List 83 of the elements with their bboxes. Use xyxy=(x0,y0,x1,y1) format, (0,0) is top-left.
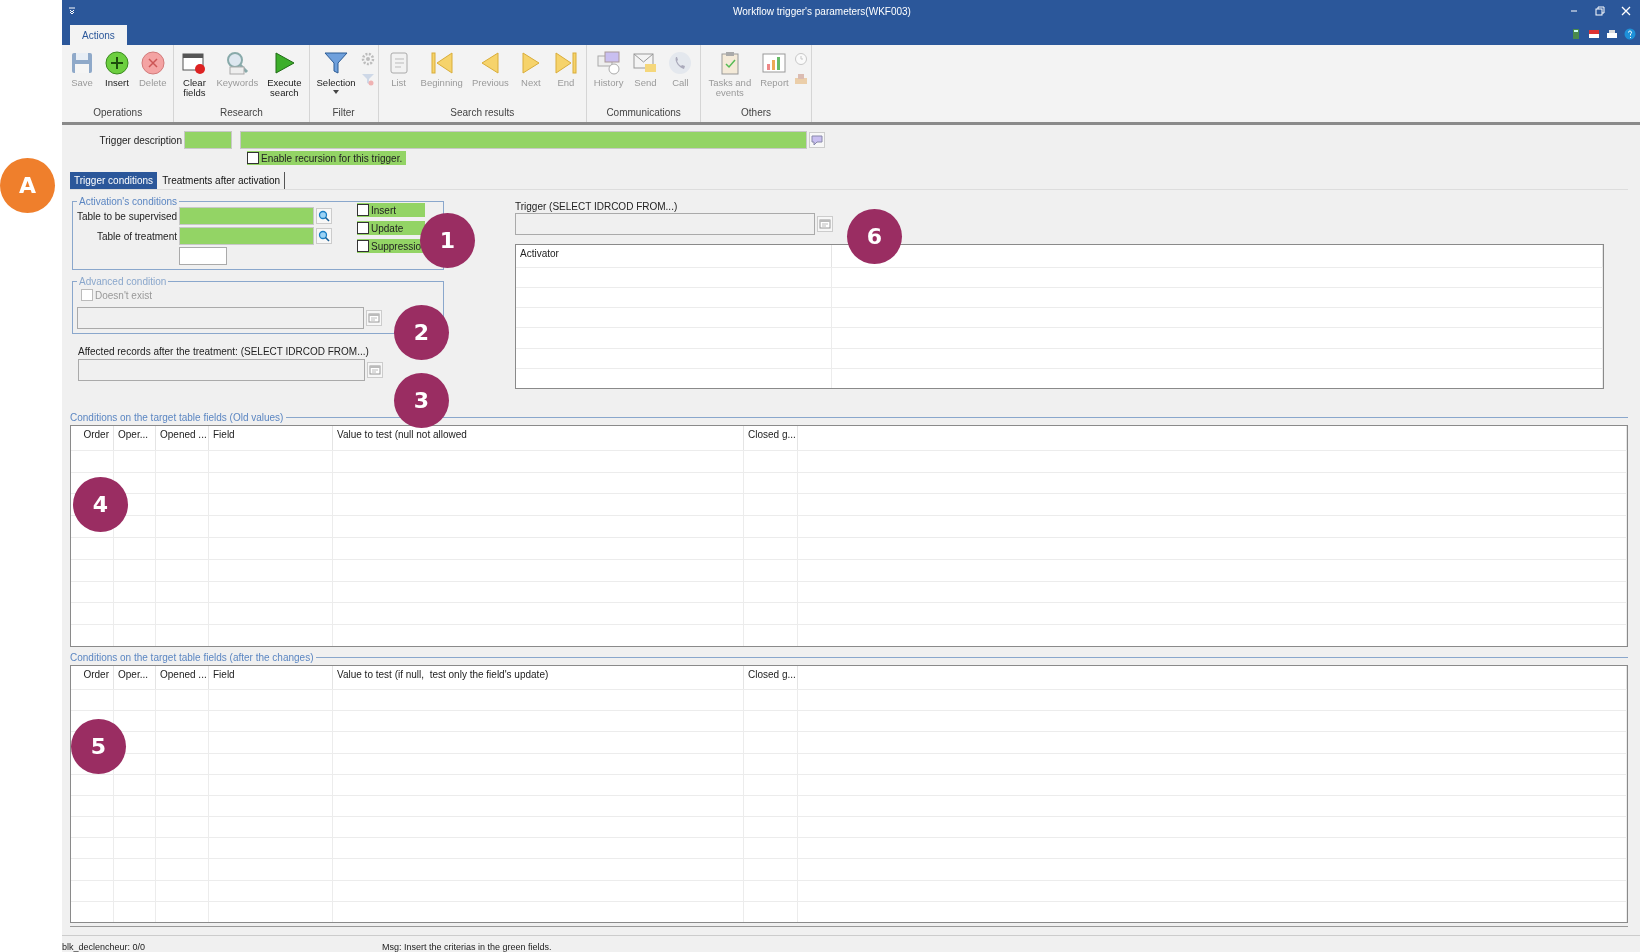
comment-button[interactable] xyxy=(809,132,825,148)
checkbox-label: Doesn't exist xyxy=(95,289,152,301)
group-title: Advanced condition xyxy=(78,276,168,287)
window-icon xyxy=(369,364,381,376)
field-label: Table to be supervised xyxy=(77,210,179,222)
column-header[interactable]: Oper... xyxy=(114,666,156,690)
phone-icon xyxy=(667,50,694,76)
column-header[interactable]: Activator xyxy=(516,245,832,267)
help-icon[interactable] xyxy=(1624,27,1636,40)
input-field[interactable] xyxy=(179,227,314,245)
input-field[interactable] xyxy=(179,247,227,265)
column-header[interactable]: Closed g... xyxy=(744,426,798,450)
callout-badge: A xyxy=(0,158,55,213)
checkbox-label: Update xyxy=(371,222,404,234)
field-label: Table of treatment xyxy=(95,230,178,242)
search-icon xyxy=(318,210,330,222)
field-label: Trigger description xyxy=(98,134,183,146)
window-icon xyxy=(819,218,831,230)
column-header[interactable]: Value to test (if null, test only the field's update) xyxy=(333,666,744,690)
column-header[interactable]: Opened ... xyxy=(156,426,209,450)
speech-bubbles-icon xyxy=(595,50,622,76)
input-field[interactable] xyxy=(77,307,364,329)
tab[interactable]: Trigger conditions xyxy=(70,172,159,189)
field-label: Affected records after the treatment: (SELECT IDRCOD FROM...) xyxy=(77,346,370,357)
checkbox[interactable] xyxy=(357,240,369,252)
checkbox-label: Enable recursion for this trigger. xyxy=(261,152,403,164)
column-header[interactable]: Oper... xyxy=(114,426,156,450)
ribbon-tab[interactable]: Actions xyxy=(70,25,127,45)
plus-circle-icon xyxy=(104,50,130,76)
quick-access-icon[interactable] xyxy=(68,7,76,15)
checkbox-label: Insert xyxy=(371,204,396,216)
skip-back-icon xyxy=(428,50,455,76)
group-label: Operations xyxy=(92,106,144,120)
section-title: Conditions on the target table fields (Old values) xyxy=(70,411,284,423)
input-field[interactable] xyxy=(184,131,232,149)
window-icon xyxy=(181,50,208,76)
search-icon xyxy=(318,230,330,242)
restore-icon[interactable] xyxy=(1594,5,1606,17)
group-label: Filter xyxy=(331,106,356,120)
input-field[interactable] xyxy=(515,213,815,235)
flag-icon[interactable] xyxy=(1588,27,1600,40)
query-button[interactable] xyxy=(366,310,382,326)
x-circle-icon xyxy=(139,50,166,76)
bar-chart-icon xyxy=(761,50,788,76)
toolbar-button[interactable]: Clear fields xyxy=(177,48,212,100)
search-button[interactable] xyxy=(316,228,332,244)
column-header[interactable]: Closed g... xyxy=(744,666,798,690)
checkbox-label: Suppressio xyxy=(371,240,422,252)
query-button[interactable] xyxy=(817,216,833,232)
window-icon xyxy=(368,312,380,324)
section-title: Conditions on the target table fields (after the changes) xyxy=(70,651,314,663)
input-field[interactable] xyxy=(179,207,314,225)
column-header[interactable]: Order xyxy=(71,666,114,690)
search-button[interactable] xyxy=(316,208,332,224)
checkbox[interactable] xyxy=(357,222,369,234)
column-header[interactable]: Opened ... xyxy=(156,666,209,690)
status-text: Msg: Insert the criterias in the green fields. xyxy=(382,942,552,952)
group-label: Search results xyxy=(449,106,516,120)
toolbar-button[interactable]: Execute search xyxy=(263,48,306,100)
calculator-icon[interactable] xyxy=(1570,27,1582,40)
group-label: Others xyxy=(740,106,773,120)
group-title: Activation's conditions xyxy=(78,196,179,207)
printer-icon[interactable] xyxy=(1606,27,1618,40)
status-text: blk_declencheur: 0/0 xyxy=(62,942,147,952)
search-icon xyxy=(224,50,251,76)
column-header[interactable]: Field xyxy=(209,426,333,450)
input-field[interactable] xyxy=(78,359,365,381)
input-field[interactable] xyxy=(240,131,807,149)
column-header[interactable]: Field xyxy=(209,666,333,690)
toolbar-button[interactable]: Selection xyxy=(312,48,360,96)
skip-forward-icon xyxy=(552,50,579,76)
checkbox[interactable] xyxy=(247,152,259,164)
toolbar-button[interactable]: Insert xyxy=(100,48,134,90)
column-header[interactable]: Order xyxy=(71,426,114,450)
window-title: Workflow trigger's parameters(WKF003) xyxy=(732,5,912,17)
query-button[interactable] xyxy=(367,362,383,378)
group-label: Communications xyxy=(605,106,682,120)
field-label: Trigger (SELECT IDRCOD FROM...) xyxy=(515,201,679,212)
funnel-icon xyxy=(323,50,350,76)
group-label: Research xyxy=(219,106,264,120)
close-icon[interactable] xyxy=(1620,5,1632,17)
speech-bubble-icon xyxy=(811,134,823,146)
checkbox[interactable] xyxy=(357,204,369,216)
